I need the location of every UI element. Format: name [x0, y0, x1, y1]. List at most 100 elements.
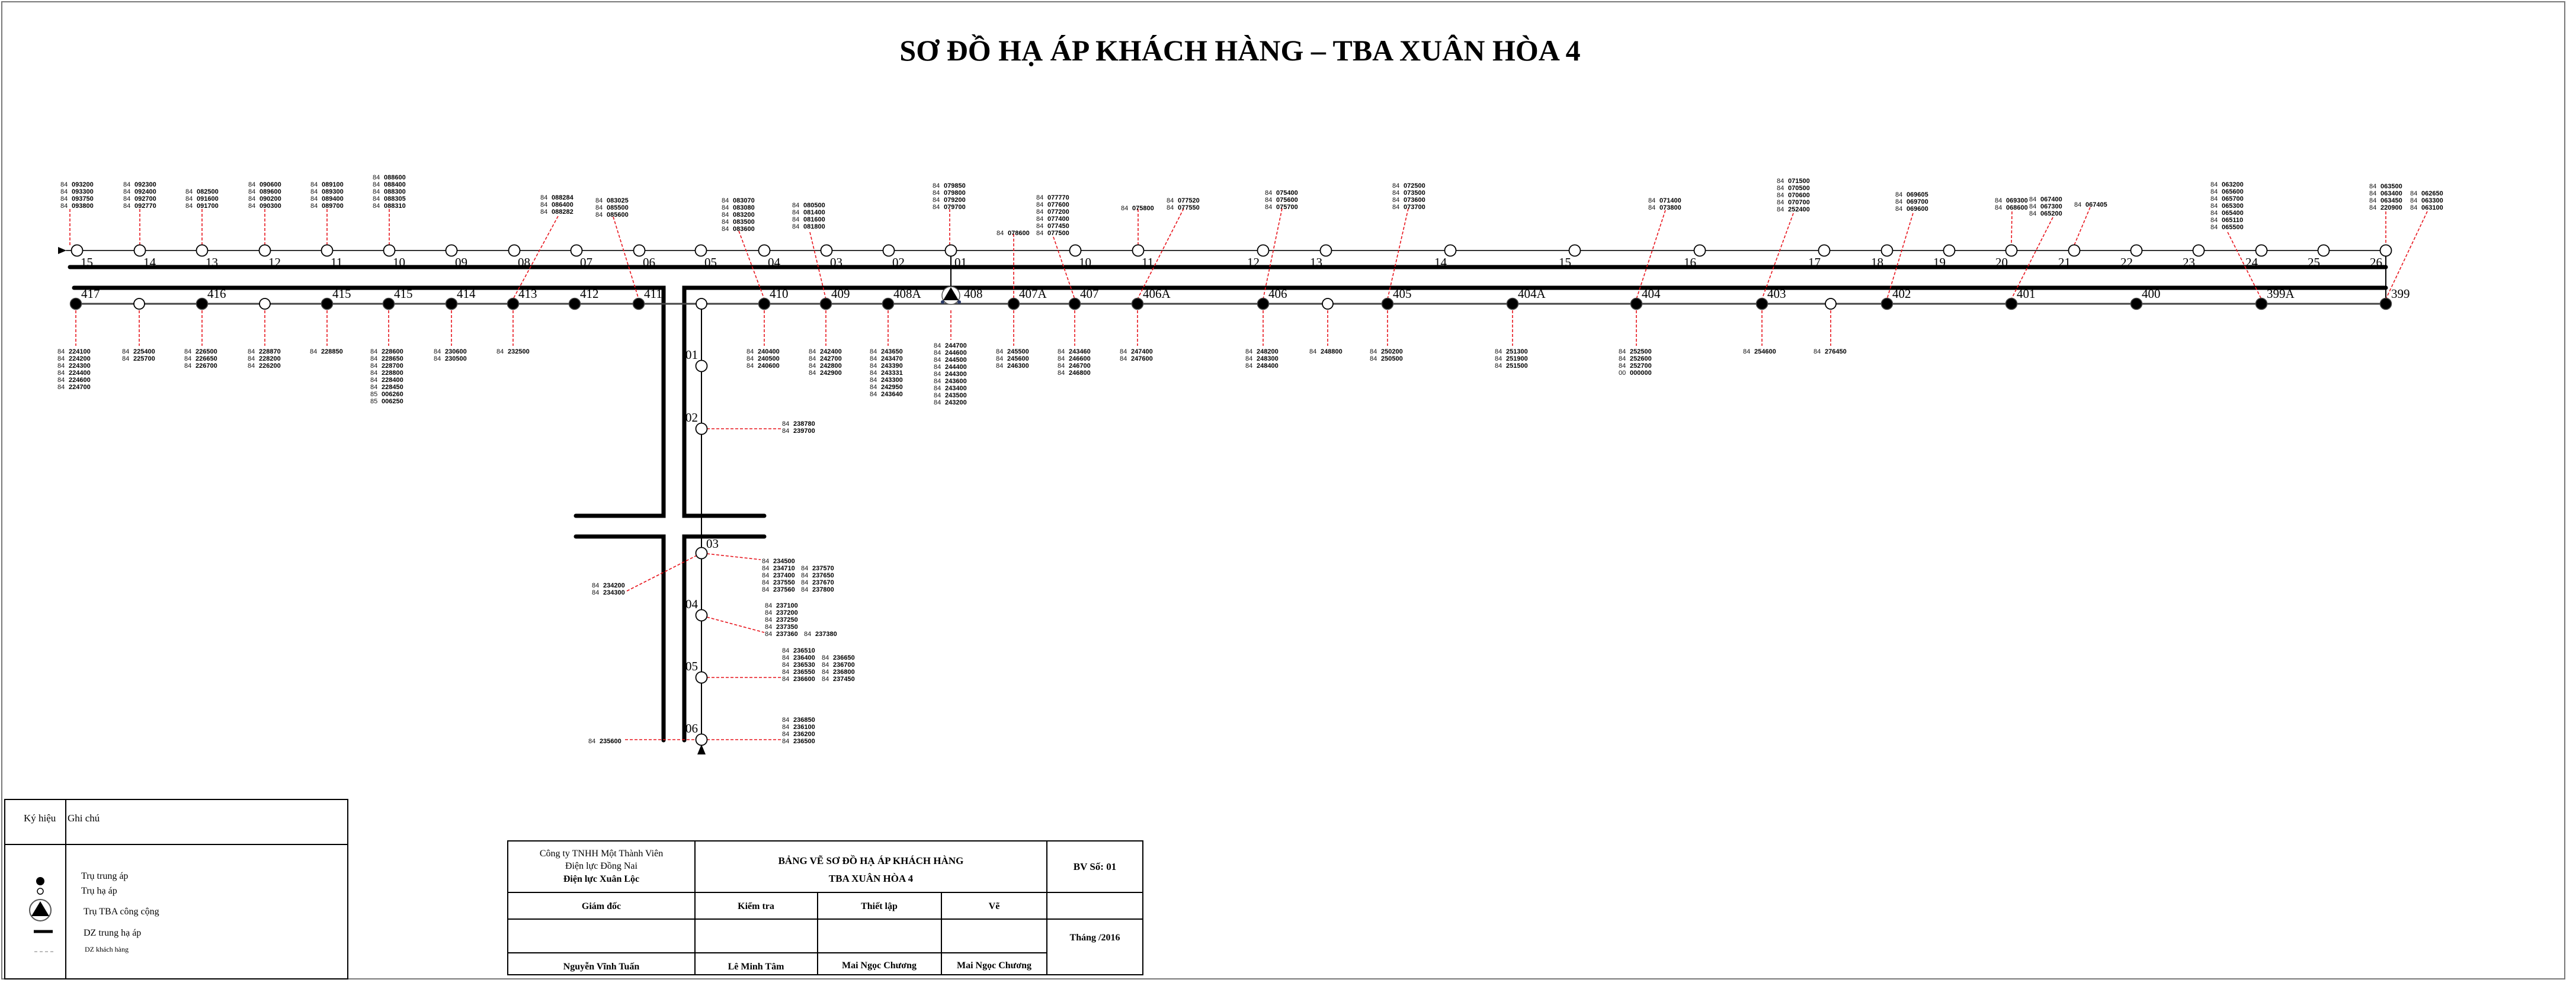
- pole-number: 19: [1933, 255, 1946, 269]
- customer-meter-group: 84 23710084 23720084 23725084 23735084 237360: [765, 602, 798, 638]
- low-voltage-pole[interactable]: [1322, 298, 1334, 310]
- low-voltage-pole[interactable]: [133, 244, 146, 257]
- medium-voltage-pole[interactable]: [507, 297, 520, 310]
- low-voltage-pole[interactable]: [2192, 244, 2205, 257]
- medium-voltage-pole[interactable]: [632, 297, 645, 310]
- medium-voltage-pole[interactable]: [1880, 297, 1893, 310]
- low-voltage-pole[interactable]: [2068, 244, 2081, 257]
- meter-code: 84 245500: [996, 348, 1029, 355]
- medium-voltage-pole[interactable]: [2255, 297, 2268, 310]
- meter-code: 84 228600: [370, 348, 403, 355]
- customer-meter-group: 84 23060084 230500: [434, 348, 467, 362]
- low-voltage-pole[interactable]: [2130, 244, 2143, 257]
- meter-code: 84 248300: [1245, 355, 1279, 362]
- medium-voltage-pole[interactable]: [2130, 297, 2143, 310]
- medium-voltage-pole[interactable]: [882, 297, 895, 310]
- low-voltage-pole[interactable]: [695, 609, 708, 622]
- meter-code: 84 077520: [1167, 197, 1200, 204]
- meter-code: 84 220900: [2369, 204, 2402, 211]
- low-voltage-pole[interactable]: [695, 733, 708, 746]
- signer-name: Mai Ngọc Chương: [842, 961, 917, 971]
- low-voltage-pole[interactable]: [695, 671, 708, 684]
- meter-code: 84 075800: [1121, 205, 1154, 212]
- meter-code: 84 234300: [592, 589, 625, 596]
- medium-voltage-pole[interactable]: [819, 297, 832, 310]
- legend-label: Trụ trung áp: [81, 871, 128, 881]
- meter-code: 84 242950: [870, 384, 903, 391]
- medium-voltage-pole[interactable]: [1257, 297, 1270, 310]
- medium-voltage-pole[interactable]: [1630, 297, 1643, 310]
- meter-code: 84 236550: [782, 669, 815, 676]
- meter-code: 84 063300: [2410, 197, 2443, 204]
- low-voltage-pole[interactable]: [196, 244, 209, 257]
- low-voltage-pole[interactable]: [1693, 244, 1706, 257]
- low-voltage-pole[interactable]: [1880, 244, 1893, 257]
- low-voltage-pole[interactable]: [570, 244, 583, 257]
- low-voltage-pole[interactable]: [1444, 244, 1457, 257]
- meter-code: 84 063400: [2369, 190, 2402, 197]
- medium-voltage-pole[interactable]: [2005, 297, 2018, 310]
- low-voltage-pole[interactable]: [445, 244, 458, 257]
- power-lines: [58, 247, 2388, 754]
- low-voltage-pole[interactable]: [695, 359, 708, 372]
- low-voltage-pole[interactable]: [1132, 244, 1145, 257]
- medium-voltage-pole[interactable]: [321, 297, 334, 310]
- low-voltage-pole[interactable]: [1568, 244, 1581, 257]
- customer-meter-group: 84 07250084 07350084 07360084 073700: [1392, 182, 1425, 211]
- low-voltage-pole[interactable]: [758, 244, 771, 257]
- legend-frame: [4, 799, 348, 979]
- low-voltage-pole[interactable]: [2255, 244, 2268, 257]
- low-voltage-pole[interactable]: [696, 298, 707, 310]
- meter-code: 84 065500: [2210, 224, 2244, 231]
- medium-voltage-pole[interactable]: [1506, 297, 1519, 310]
- meter-code: 84 070700: [1777, 199, 1810, 206]
- low-voltage-pole[interactable]: [1069, 244, 1082, 257]
- pole-number: 24: [2245, 255, 2258, 269]
- medium-voltage-pole[interactable]: [1755, 297, 1768, 310]
- pole-number: 408: [964, 287, 983, 301]
- medium-voltage-pole[interactable]: [69, 297, 82, 310]
- low-voltage-pole[interactable]: [944, 244, 957, 257]
- low-voltage-pole[interactable]: [1943, 244, 1956, 257]
- meter-code: 84 088282: [540, 208, 573, 216]
- low-voltage-pole[interactable]: [1257, 244, 1270, 257]
- low-voltage-pole[interactable]: [383, 244, 396, 257]
- low-voltage-pole[interactable]: [71, 244, 84, 257]
- low-voltage-pole[interactable]: [694, 244, 707, 257]
- low-voltage-pole[interactable]: [695, 422, 708, 435]
- low-voltage-pole[interactable]: [508, 244, 521, 257]
- medium-voltage-pole[interactable]: [382, 297, 395, 310]
- medium-voltage-pole[interactable]: [445, 297, 458, 310]
- low-voltage-pole[interactable]: [882, 244, 895, 257]
- medium-voltage-pole[interactable]: [758, 297, 771, 310]
- low-voltage-pole[interactable]: [133, 298, 145, 310]
- meter-code: 84 224300: [57, 362, 91, 370]
- medium-voltage-pole[interactable]: [1007, 297, 1020, 310]
- low-voltage-pole[interactable]: [258, 244, 271, 257]
- medium-voltage-pole[interactable]: [1131, 297, 1144, 310]
- meter-code: 84 068600: [1995, 204, 2028, 211]
- pole-number: 406: [1268, 287, 1287, 301]
- low-voltage-pole[interactable]: [259, 298, 271, 310]
- low-voltage-pole[interactable]: [820, 244, 833, 257]
- low-voltage-pole[interactable]: [2379, 244, 2392, 257]
- medium-voltage-pole[interactable]: [196, 297, 209, 310]
- low-voltage-pole[interactable]: [1818, 244, 1831, 257]
- thick-bus-left: [72, 285, 666, 743]
- low-voltage-pole[interactable]: [2005, 244, 2018, 257]
- low-voltage-pole[interactable]: [2317, 244, 2330, 257]
- medium-voltage-pole[interactable]: [2379, 297, 2392, 310]
- low-voltage-pole[interactable]: [695, 547, 708, 560]
- meter-code: 84 236530: [782, 661, 815, 669]
- low-voltage-pole[interactable]: [1319, 244, 1332, 257]
- low-voltage-pole[interactable]: [1825, 298, 1837, 310]
- customer-meter-group: 84 24470084 24460084 24450084 24440084 244300…: [934, 342, 967, 406]
- customer-meter-group: 84 23665084 23670084 23680084 237450: [822, 654, 855, 683]
- medium-voltage-pole[interactable]: [1381, 297, 1394, 310]
- meter-code: 84 079700: [933, 204, 966, 211]
- pole-number: 03: [706, 537, 719, 551]
- low-voltage-pole[interactable]: [321, 244, 334, 257]
- medium-voltage-pole[interactable]: [1068, 297, 1081, 310]
- medium-voltage-pole[interactable]: [568, 297, 581, 310]
- low-voltage-pole[interactable]: [633, 244, 646, 257]
